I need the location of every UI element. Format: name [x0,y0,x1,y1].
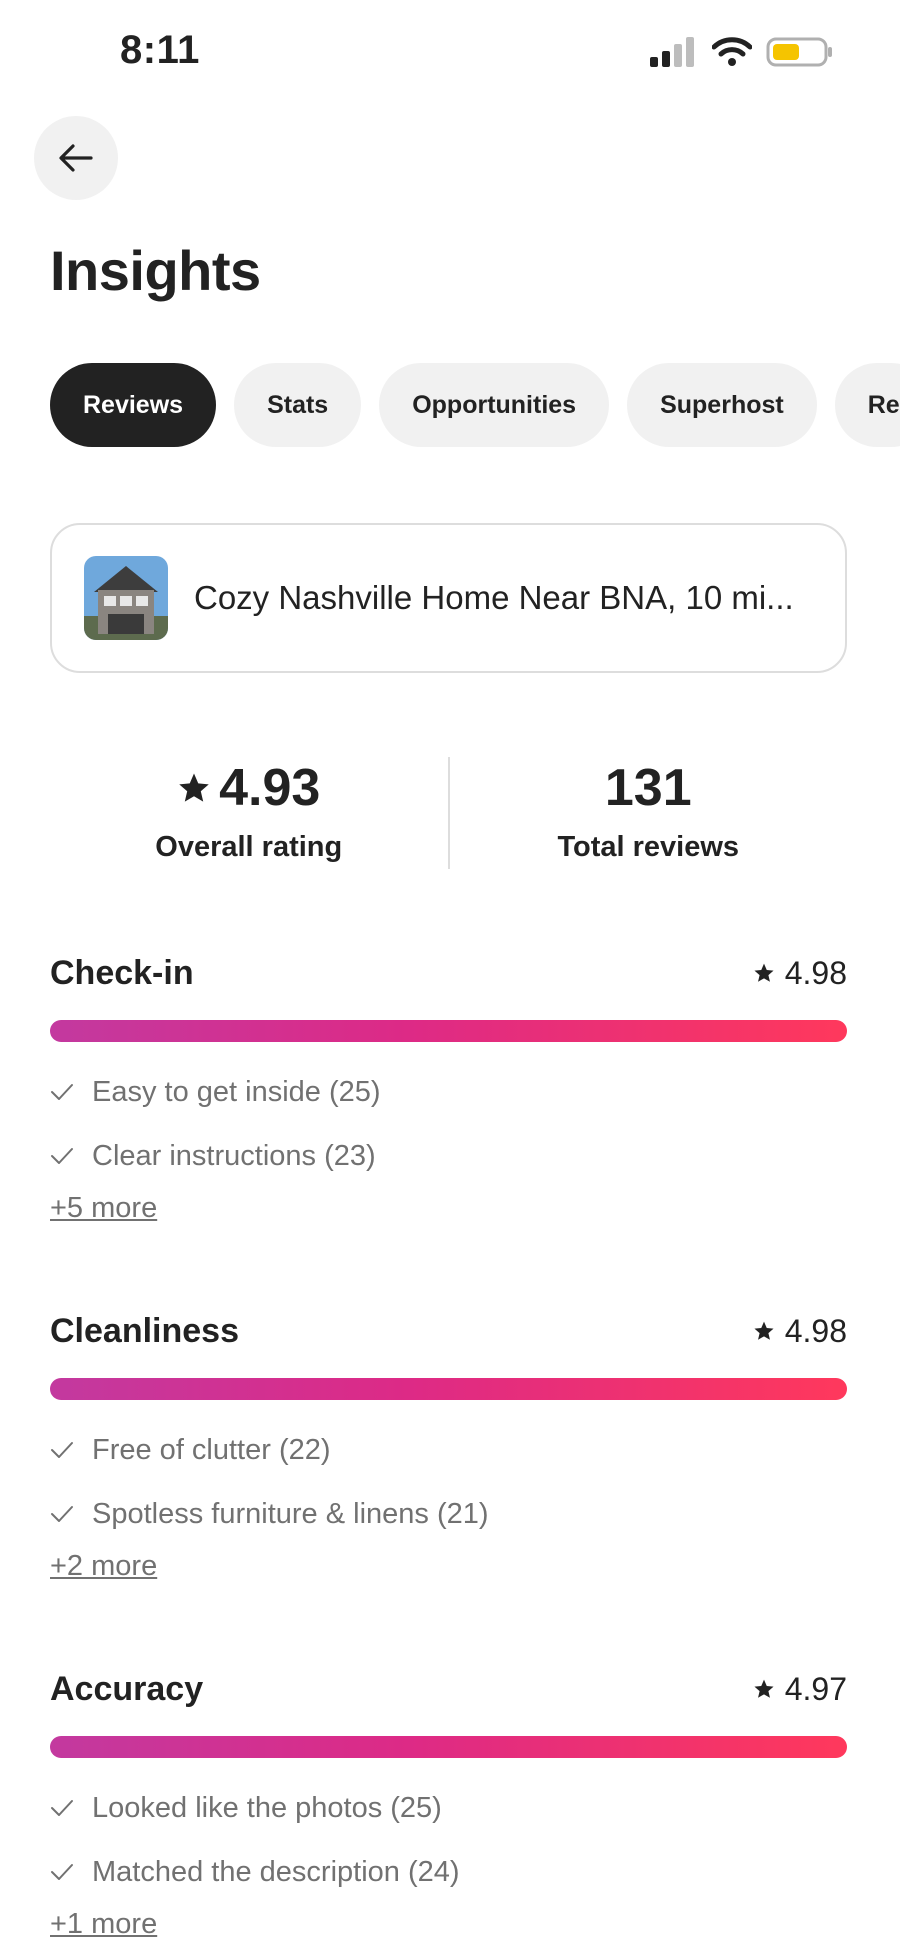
check-icon [51,1800,73,1816]
listing-title: Cozy Nashville Home Near BNA, 10 mi... [194,579,794,616]
check-icon [51,1864,73,1880]
tag-label: Clear instructions (23) [92,1139,376,1172]
tab-reviews[interactable]: Reviews [50,363,217,447]
tag-item: Matched the description (24) [50,1840,847,1904]
more-link[interactable]: +2 more [50,1550,157,1583]
tab-partial[interactable]: Re [834,363,900,447]
category-accuracy: Accuracy 4.97 Looked like the photos (25… [50,1664,847,1941]
back-button[interactable] [34,116,118,200]
tag-label: Matched the description (24) [92,1855,460,1888]
category-score: 4.97 [753,1671,847,1708]
check-icon [51,1084,73,1100]
tag-item: Clear instructions (23) [50,1124,847,1188]
tag-label: Free of clutter (22) [92,1433,331,1466]
overall-rating-label: Overall rating [155,831,343,863]
rating-bar [50,1020,847,1042]
page-title: Insights [50,239,261,302]
arrow-left-icon [59,144,93,172]
wifi-icon [712,37,752,66]
total-reviews-label: Total reviews [557,831,740,863]
overall-rating-value: 4.93 [219,759,321,817]
category-score: 4.98 [753,1313,847,1350]
tab-superhost[interactable]: Superhost [627,363,817,447]
tab-opportunities[interactable]: Opportunities [379,363,610,447]
category-name: Cleanliness [50,1311,239,1350]
category-name: Check-in [50,953,194,992]
category-score: 4.98 [753,955,847,992]
tag-label: Easy to get inside (25) [92,1075,381,1108]
status-bar: 8:11 [0,0,900,100]
category-score-value: 4.98 [784,1312,847,1349]
tag-item: Spotless furniture & linens (21) [50,1482,847,1546]
category-check-in: Check-in 4.98 Easy to get inside (25) Cl… [50,948,847,1225]
tag-item: Looked like the photos (25) [50,1776,847,1840]
star-icon [754,1321,774,1340]
more-link[interactable]: +5 more [50,1192,157,1225]
overall-rating: 4.93 Overall rating [50,755,448,871]
tab-bar: Reviews Stats Opportunities Superhost Re [50,363,900,449]
star-icon [179,773,209,802]
listing-thumbnail [84,556,168,640]
tag-item: Easy to get inside (25) [50,1060,847,1124]
tag-label: Looked like the photos (25) [92,1791,442,1824]
listing-selector[interactable]: Cozy Nashville Home Near BNA, 10 mi... [50,523,847,673]
status-icons [650,36,834,68]
total-reviews-value: 131 [604,759,692,817]
cellular-signal-icon [650,37,694,67]
category-score-value: 4.97 [784,1670,847,1707]
check-icon [51,1442,73,1458]
tag-label: Spotless furniture & linens (21) [92,1497,489,1530]
battery-icon [766,37,832,67]
rating-summary: 4.93 Overall rating 131 Total reviews [50,755,847,871]
rating-bar [50,1736,847,1758]
total-reviews: 131 Total reviews [450,755,848,871]
star-icon [754,963,774,982]
rating-bar [50,1378,847,1400]
category-name: Accuracy [50,1669,204,1708]
category-cleanliness: Cleanliness 4.98 Free of clutter (22) Sp… [50,1306,847,1583]
tag-item: Free of clutter (22) [50,1418,847,1482]
status-time: 8:11 [120,28,200,72]
more-link[interactable]: +1 more [50,1908,157,1941]
check-icon [51,1148,73,1164]
check-icon [51,1506,73,1522]
category-score-value: 4.98 [784,954,847,991]
star-icon [754,1679,774,1698]
tab-stats[interactable]: Stats [234,363,362,447]
